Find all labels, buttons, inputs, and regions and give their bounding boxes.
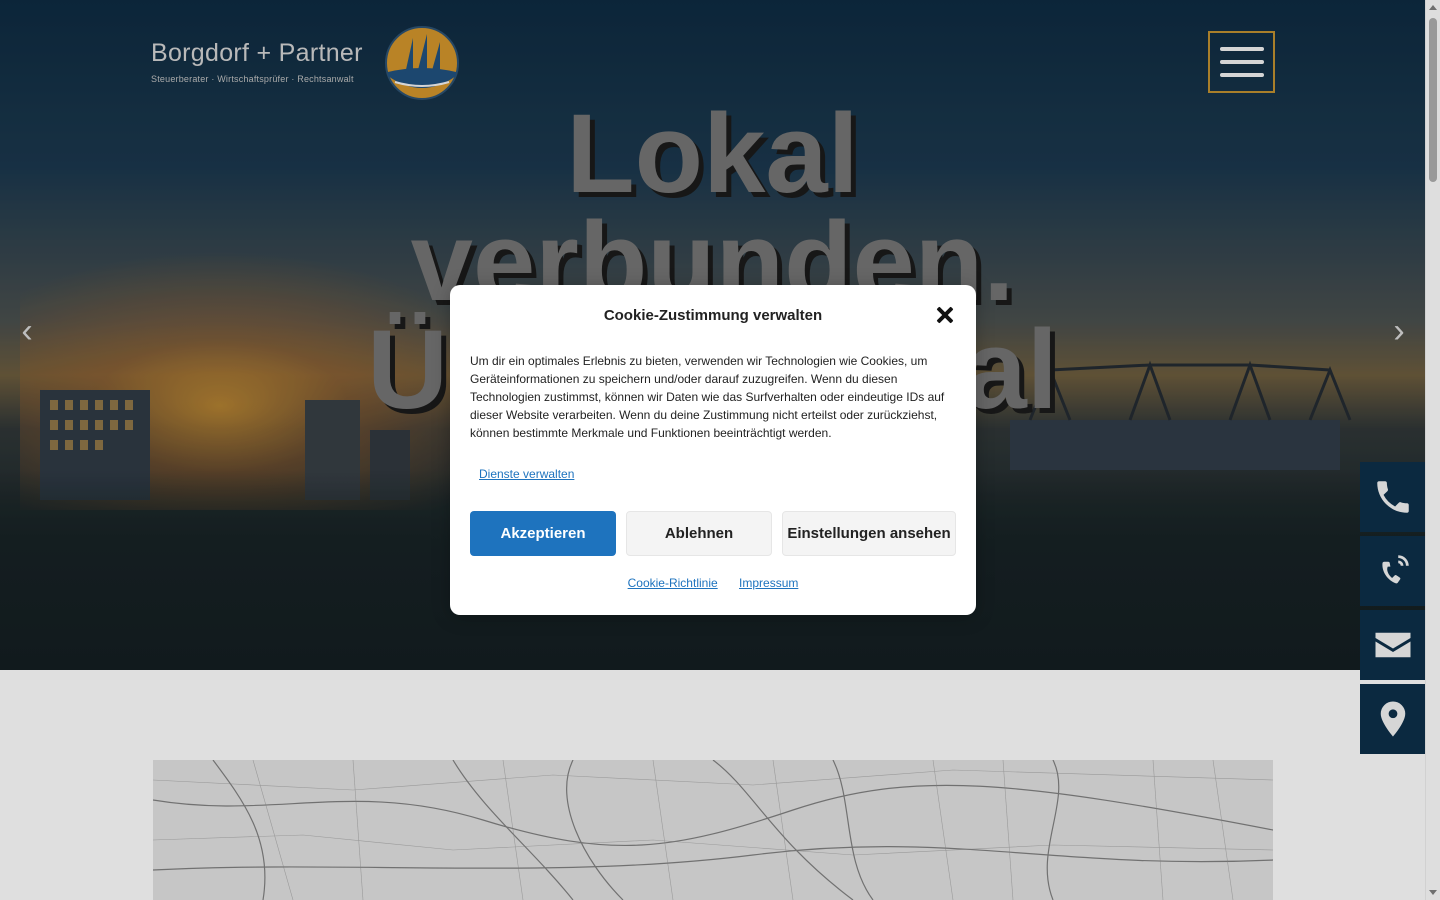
accept-button[interactable]: Akzeptieren <box>470 511 616 556</box>
cookie-policy-link[interactable]: Cookie-Richtlinie <box>628 576 718 590</box>
cookie-consent-dialog: Cookie-Zustimmung verwalten Um dir ein o… <box>450 285 976 615</box>
cookie-dialog-footer: Cookie-Richtlinie Impressum <box>450 576 976 590</box>
view-settings-button[interactable]: Einstellungen ansehen <box>782 511 956 556</box>
close-icon[interactable] <box>934 305 956 327</box>
manage-services-link[interactable]: Dienste verwalten <box>479 467 574 481</box>
cookie-dialog-title: Cookie-Zustimmung verwalten <box>603 307 823 324</box>
deny-button[interactable]: Ablehnen <box>626 511 772 556</box>
cookie-dialog-text: Um dir ein optimales Erlebnis zu bieten,… <box>470 354 945 440</box>
imprint-link[interactable]: Impressum <box>739 576 798 590</box>
